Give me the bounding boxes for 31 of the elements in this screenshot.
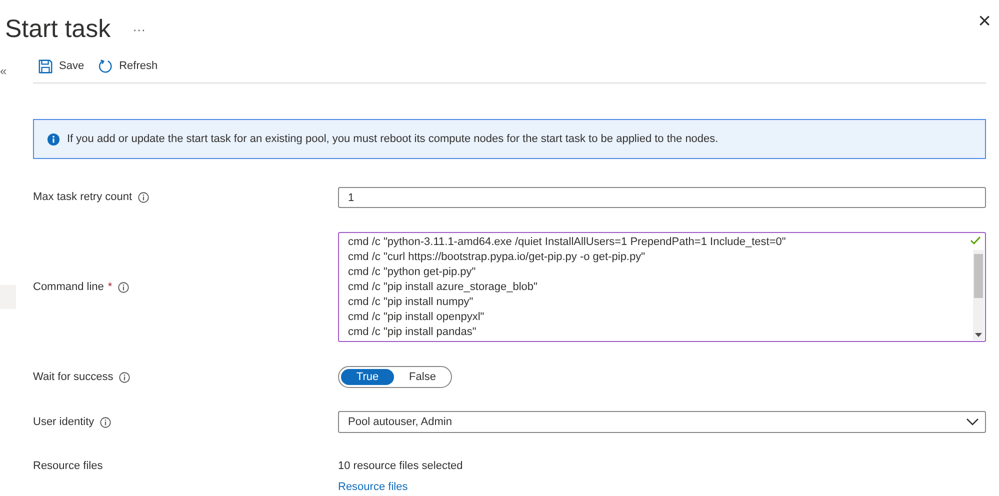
toggle-option[interactable]: False	[396, 369, 449, 385]
more-icon[interactable]: ···	[132, 20, 146, 40]
info-icon	[100, 416, 112, 428]
info-icon	[138, 192, 150, 203]
chevron-down-icon	[966, 418, 979, 426]
scroll-down-icon[interactable]	[975, 333, 982, 338]
field-label: Resource files	[33, 459, 103, 474]
save-button[interactable]: Save	[38, 58, 84, 74]
field-label: Max task retry count	[33, 190, 132, 206]
close-button[interactable]: ×	[976, 10, 993, 32]
selection-summary: 10 resource files selected	[338, 459, 464, 474]
dropdown[interactable]: Pool autouser, Admin	[338, 411, 986, 433]
info-icon	[47, 132, 60, 146]
info-icon	[118, 282, 130, 292]
text-field[interactable]: 1	[338, 187, 986, 208]
required-mark: *	[108, 280, 112, 295]
scroll-thumb[interactable]	[974, 254, 983, 298]
field-label: Wait for success	[33, 370, 114, 385]
scrollbar[interactable]	[973, 250, 984, 340]
refresh-button[interactable]: Refresh	[98, 58, 158, 74]
info-icon	[119, 372, 130, 382]
command-field[interactable]: cmd /c "python-3.11.1-amd64.exe /quiet InstallAllUsers=1 PrependPath=1 Include_test=0" cmd /c "curl https://bootstrap.pypa.io/get-pip.py -o get-pip.py" cmd /c "python get-pip.py" cmd /c "pip install azure_storage_blob" cmd /c "pip install numpy" cmd /c "pip install openpyxl" cmd /c "pip install pandas"	[339, 233, 985, 341]
field-label: User identity	[33, 414, 94, 430]
refresh-icon	[98, 58, 114, 74]
field-label: Command line	[33, 280, 104, 295]
info-text: If you add or update the start task for an existing pool, you must reboot its compute nodes for the start task to be applied to the nodes.	[67, 132, 718, 147]
save-icon	[38, 58, 53, 74]
resource-files-link[interactable]: Resource files	[338, 478, 408, 495]
collapse-icon[interactable]: «	[0, 62, 7, 80]
page-title: Start task	[5, 17, 111, 42]
toggle-option[interactable]: True	[341, 369, 394, 385]
